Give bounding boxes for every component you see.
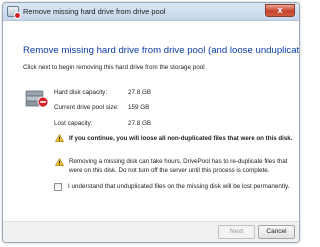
confirm-checkbox-label[interactable]: I understand that unduplicated files on …: [68, 183, 289, 190]
button-bar: Next Cancel: [3, 221, 299, 242]
lost-capacity-label: Lost capacity:: [54, 120, 93, 127]
dialog-heading: Remove missing hard drive from drive poo…: [23, 45, 300, 56]
hard-disk-capacity-label: Hard disk capacity:: [54, 89, 108, 96]
hard-disk-capacity-value: 27.8 GB: [128, 89, 152, 96]
drive-pool-app-icon: [7, 6, 21, 19]
close-button[interactable]: x: [265, 4, 295, 17]
current-pool-size-value: 159 GB: [128, 104, 150, 111]
title-bar: Remove missing hard drive from drive poo…: [3, 3, 299, 21]
dialog-window: Remove missing hard drive from drive poo…: [2, 2, 300, 243]
cancel-button[interactable]: Cancel: [258, 225, 295, 239]
confirm-checkbox[interactable]: [54, 183, 62, 191]
lost-capacity-value: 27.8 GB: [128, 120, 152, 127]
dialog-subtext: Click next to begin removing this hard d…: [23, 64, 205, 71]
data-loss-warning: If you continue, you will loose all non-…: [69, 135, 293, 142]
next-button[interactable]: Next: [218, 225, 255, 239]
missing-hard-drive-icon: [25, 90, 49, 108]
window-title: Remove missing hard drive from drive poo…: [23, 7, 166, 16]
warning-icon: [55, 134, 64, 142]
duration-warning: Removing a missing disk can take hours. …: [69, 158, 288, 174]
warning-icon: [55, 158, 64, 166]
current-pool-size-label: Current drive pool size:: [54, 104, 119, 111]
